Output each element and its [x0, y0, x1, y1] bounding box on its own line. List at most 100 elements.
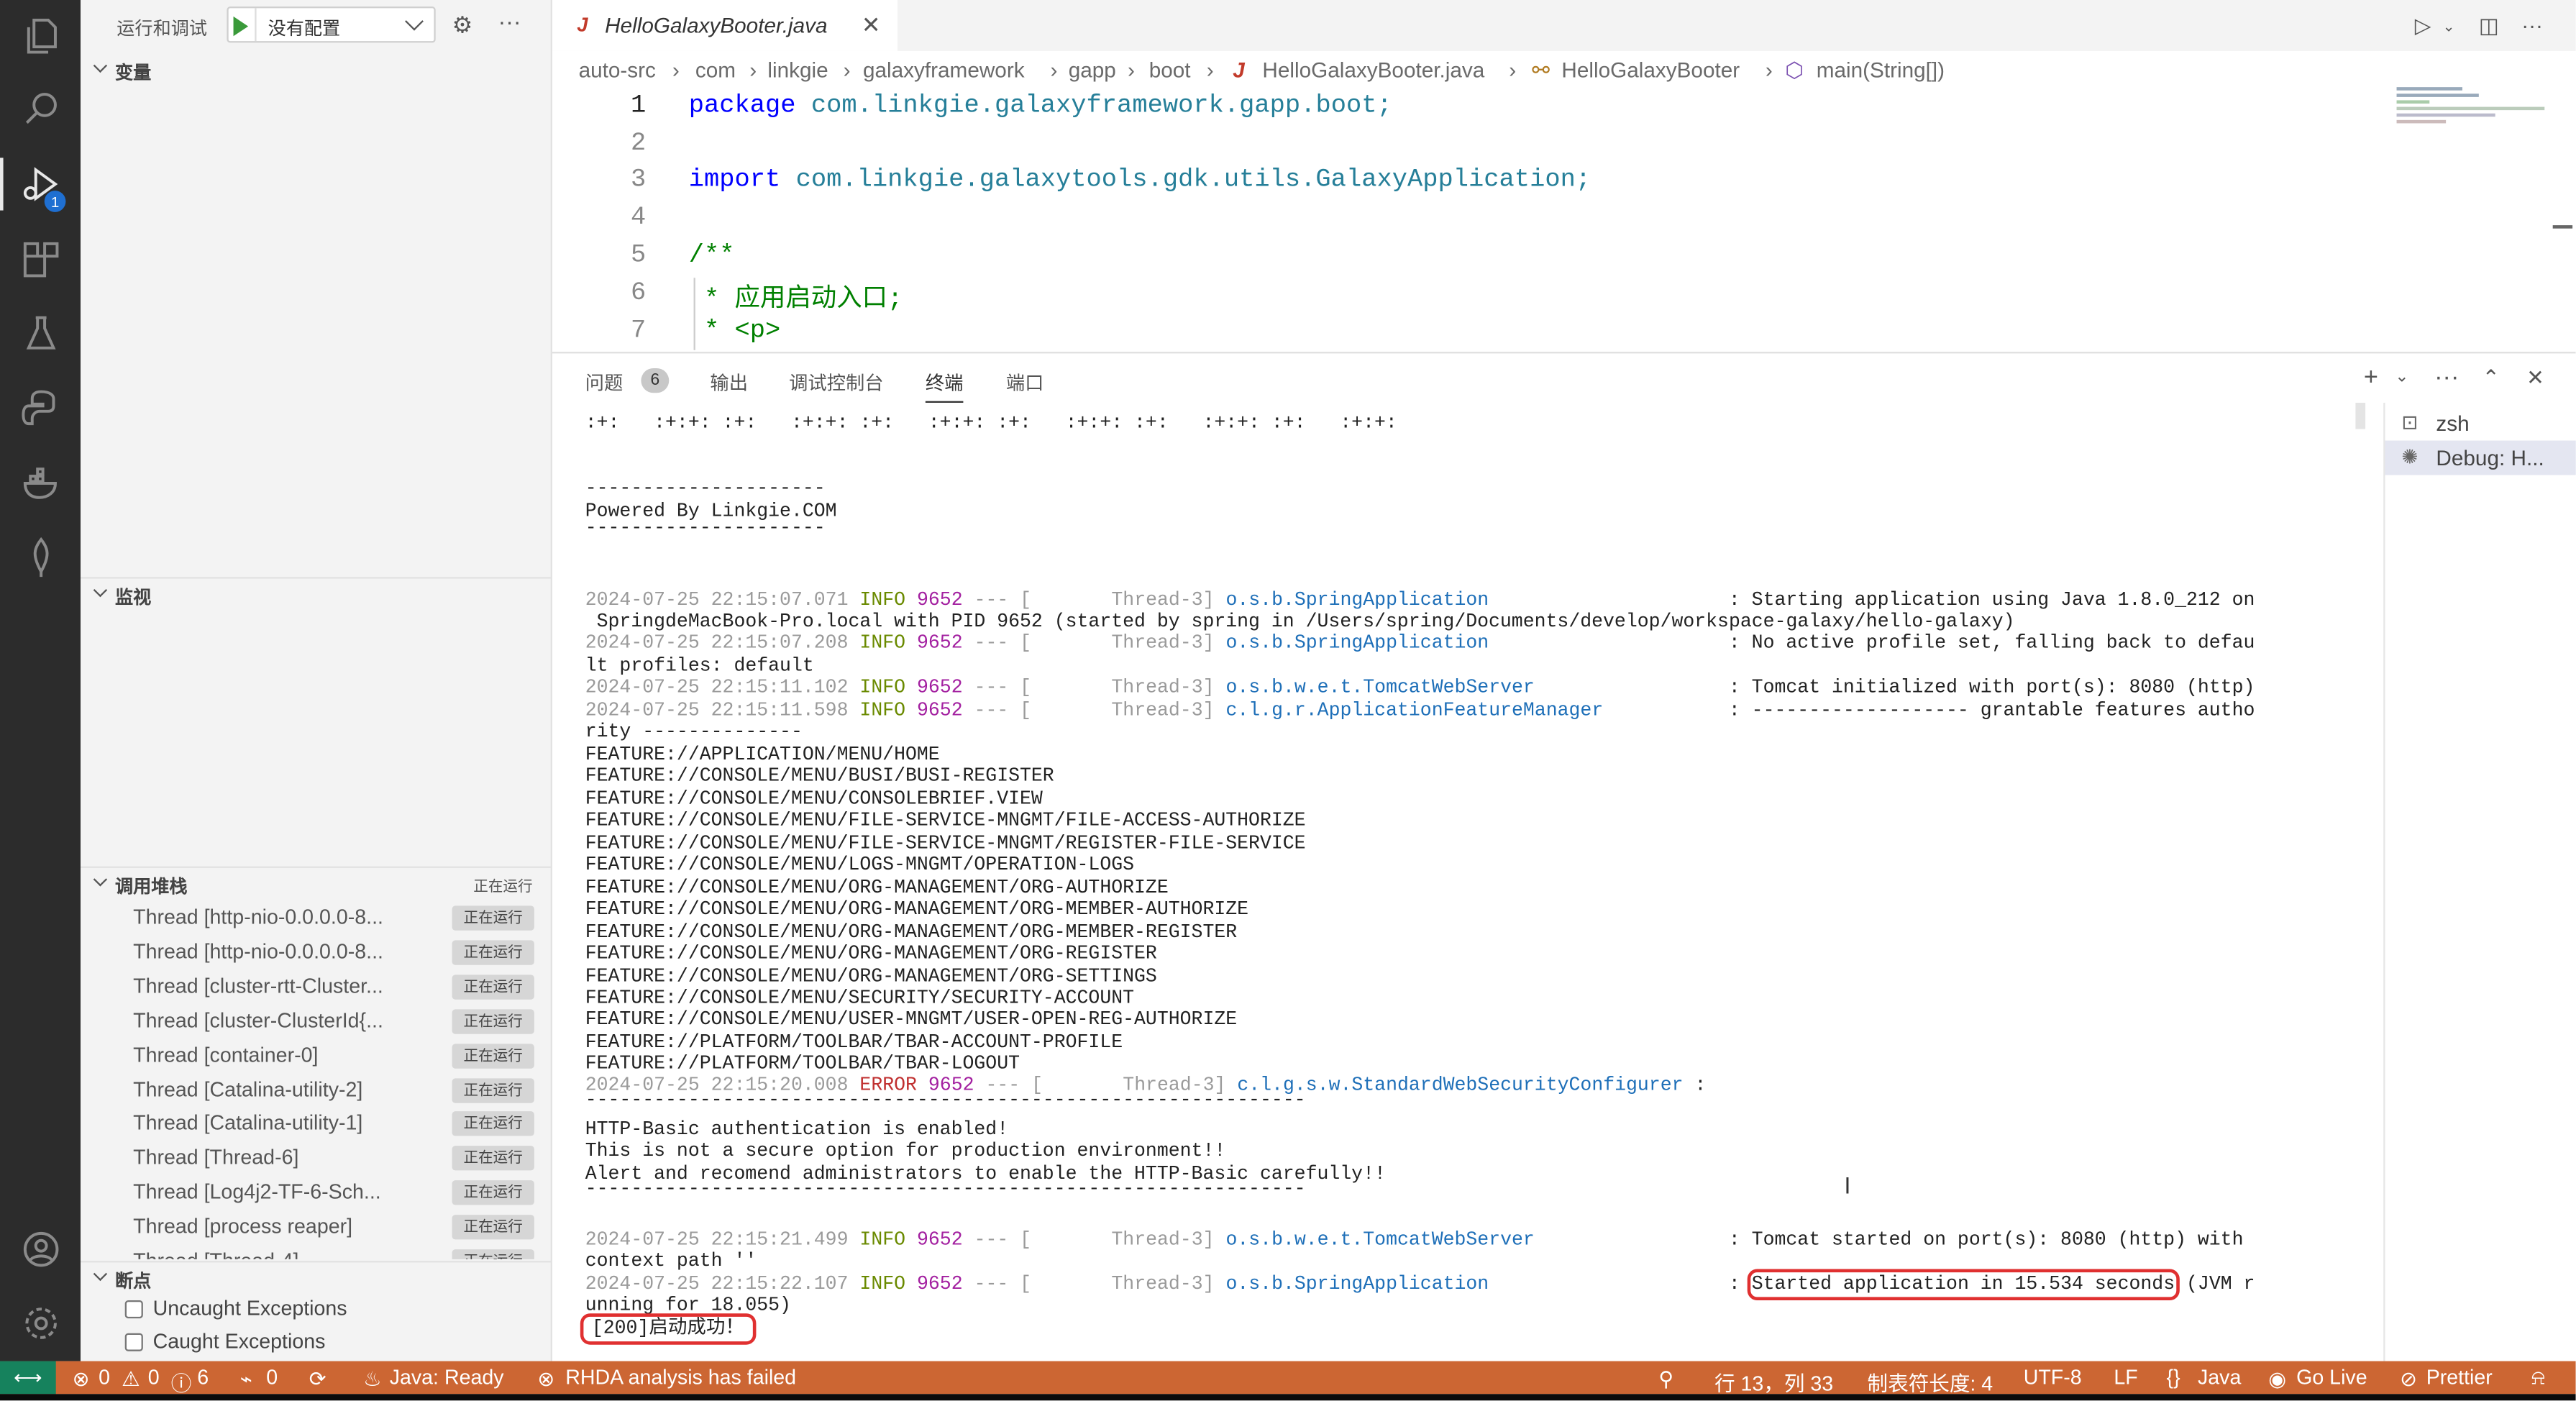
ascii-banner: :+: :+:+: :+: :+:+: :+: :+:+: :+: :+:+: …: [585, 412, 1397, 434]
feature-line: FEATURE://CONSOLE/MENU/USER-MNGMT/USER-O…: [585, 1010, 1238, 1032]
thread-row[interactable]: Thread [container-0] 正在运行: [81, 1039, 552, 1073]
success-line: [200]启动成功！: [580, 1313, 756, 1345]
vscode-window: 1 运行和调试 没有配置 ⚙ ··· 变量 监视 调用堆栈 正在运行 Thread…: [0, 0, 2576, 1401]
thread-row[interactable]: Thread [cluster-rtt-Cluster... 正在运行: [81, 969, 552, 1004]
breadcrumb-item[interactable]: linkgie: [767, 58, 828, 82]
callstack-section-header[interactable]: 调用堆栈 正在运行: [80, 866, 552, 900]
explorer-icon[interactable]: [0, 0, 81, 73]
thread-row[interactable]: Thread [Thread-6] 正在运行: [81, 1141, 552, 1176]
more-actions-icon[interactable]: ···: [2521, 13, 2543, 37]
testing-icon[interactable]: [0, 298, 81, 370]
thread-row[interactable]: Thread [process reaper] 正在运行: [81, 1210, 552, 1244]
rhda-error-icon: ⊗: [537, 1367, 555, 1391]
chevron-down-icon: [93, 583, 108, 598]
debug-status-icon[interactable]: ⟳: [309, 1366, 326, 1391]
run-file-icon[interactable]: ▷: [2415, 13, 2431, 40]
thread-row[interactable]: Thread [Log4j2-TF-6-Sch... 正在运行: [81, 1176, 552, 1210]
manage-gear-icon[interactable]: [0, 1287, 81, 1360]
tab-debug-console[interactable]: 调试控制台: [789, 370, 883, 396]
code-line: * <p>: [688, 315, 781, 345]
line-number: 2: [630, 128, 647, 158]
bottom-panel: 问题 6 输出 调试控制台 终端 端口 + ⌄ ··· ⌃ ✕ :+: :+:+…: [552, 352, 2576, 1363]
feature-line: FEATURE://CONSOLE/MENU/ORG-MANAGEMENT/OR…: [585, 965, 1157, 987]
language-mode[interactable]: Java: [2198, 1366, 2241, 1389]
log-line-cont: unning for 18.055): [585, 1295, 791, 1317]
breadcrumb-item[interactable]: HelloGalaxyBooter: [1561, 58, 1740, 82]
start-debug-icon[interactable]: [233, 16, 249, 37]
feature-line: FEATURE://CONSOLE/MENU/ORG-MANAGEMENT/OR…: [585, 944, 1157, 965]
line-ending[interactable]: LF: [2114, 1366, 2137, 1389]
thread-row[interactable]: Thread [http-nio-0.0.0.0-8... 正在运行: [81, 935, 552, 969]
breadcrumb-item[interactable]: HelloGalaxyBooter.java: [1262, 58, 1484, 82]
checkbox[interactable]: [124, 1300, 143, 1319]
tab-ports[interactable]: 端口: [1006, 370, 1044, 396]
thread-row[interactable]: Thread [Thread-4] 正在运行: [81, 1244, 552, 1259]
account-icon[interactable]: [0, 1213, 81, 1286]
run-debug-icon[interactable]: 1: [0, 148, 81, 221]
cursor-position[interactable]: 行 13，列 33: [1714, 1366, 1833, 1397]
maximize-panel-icon[interactable]: ⌃: [2482, 365, 2500, 391]
docker-icon[interactable]: [0, 447, 81, 520]
mongodb-leaf-icon[interactable]: [0, 521, 81, 594]
new-terminal-plus-icon[interactable]: +: [2364, 363, 2378, 391]
checkbox[interactable]: [124, 1333, 143, 1351]
encoding[interactable]: UTF-8: [2024, 1366, 2082, 1389]
variables-section-header[interactable]: 变量: [81, 54, 552, 87]
feature-line: FEATURE://CONSOLE/MENU/LOGS-MNGMT/OPERAT…: [585, 855, 1135, 877]
log-line-cont: lt profiles: default: [585, 655, 814, 677]
go-live[interactable]: Go Live: [2296, 1366, 2367, 1389]
remote-icon[interactable]: ⟷: [0, 1361, 56, 1395]
terminal-scrollbar[interactable]: [2355, 402, 2366, 429]
search-icon[interactable]: [0, 73, 81, 145]
python-icon[interactable]: [0, 372, 81, 444]
close-icon[interactable]: ✕: [862, 12, 881, 40]
tab-size[interactable]: 制表符长度: 4: [1868, 1366, 1993, 1397]
extensions-icon[interactable]: [0, 224, 81, 296]
callstack-status: 正在运行: [473, 877, 533, 895]
terminal-label: Debug: H...: [2436, 445, 2544, 470]
watch-section-header[interactable]: 监视: [80, 577, 552, 610]
zoom-icon[interactable]: ⚲: [1658, 1366, 1673, 1391]
tab-terminal[interactable]: 终端: [925, 370, 964, 403]
launch-config-dropdown[interactable]: 没有配置: [227, 6, 436, 43]
errors-icon[interactable]: ⊗: [73, 1366, 90, 1391]
more-actions-icon[interactable]: ···: [2434, 363, 2459, 391]
tab-problems[interactable]: 问题: [585, 370, 624, 396]
thread-name: Thread [process reaper]: [133, 1215, 353, 1238]
tab-output[interactable]: 输出: [710, 370, 748, 396]
thread-row[interactable]: Thread [http-nio-0.0.0.0-8... 正在运行: [81, 901, 552, 936]
breadcrumb-item[interactable]: com: [695, 58, 736, 82]
breakpoints-section-header[interactable]: 断点: [80, 1261, 552, 1294]
ports-count: 0: [266, 1366, 278, 1389]
terminal-item-zsh[interactable]: ⊡ zsh: [2385, 406, 2576, 441]
minimap[interactable]: [2392, 87, 2557, 137]
rhda-status[interactable]: RHDA analysis has failed: [565, 1366, 796, 1389]
java-file-icon: J: [1233, 57, 1245, 83]
breadcrumb-item[interactable]: auto-src: [579, 58, 656, 82]
breadcrumb-item[interactable]: main(String[]): [1817, 58, 1945, 82]
code-line: /**: [688, 239, 735, 270]
code-editor[interactable]: 1 2 3 4 5 6 7 package com.linkgie.galaxy…: [552, 87, 2576, 350]
more-actions-icon[interactable]: ···: [498, 8, 521, 35]
split-editor-icon[interactable]: ◫: [2479, 13, 2499, 40]
terminal-options-chevron-icon[interactable]: ⌄: [2395, 368, 2408, 386]
chevron-right-icon: ›: [749, 57, 757, 83]
debug-badge: 1: [44, 191, 66, 212]
java-status[interactable]: Java: Ready: [390, 1366, 504, 1389]
thread-row[interactable]: Thread [Catalina-utility-1] 正在运行: [81, 1107, 552, 1141]
breadcrumb-item[interactable]: boot: [1149, 58, 1191, 82]
terminal-item-debug[interactable]: ✺ Debug: H...: [2385, 440, 2576, 475]
prettier[interactable]: Prettier: [2426, 1366, 2493, 1389]
thread-name: Thread [http-nio-0.0.0.0-8...: [133, 905, 383, 929]
breadcrumb-item[interactable]: galaxyframework: [863, 58, 1025, 82]
thread-status-badge: 正在运行: [452, 1146, 534, 1172]
thread-row[interactable]: Thread [Catalina-utility-2] 正在运行: [81, 1072, 552, 1107]
ports-icon[interactable]: ⌁: [240, 1366, 252, 1391]
editor-tab[interactable]: J HelloGalaxyBooter.java ✕: [552, 0, 898, 51]
notifications-bell-icon[interactable]: ⍾: [2531, 1366, 2545, 1390]
close-panel-icon[interactable]: ✕: [2526, 365, 2544, 391]
thread-row[interactable]: Thread [cluster-ClusterId{... 正在运行: [81, 1004, 552, 1039]
debug-settings-gear-icon[interactable]: ⚙: [452, 12, 473, 40]
breadcrumb-item[interactable]: gapp: [1069, 58, 1116, 82]
run-options-chevron-icon[interactable]: ⌄: [2443, 18, 2455, 36]
